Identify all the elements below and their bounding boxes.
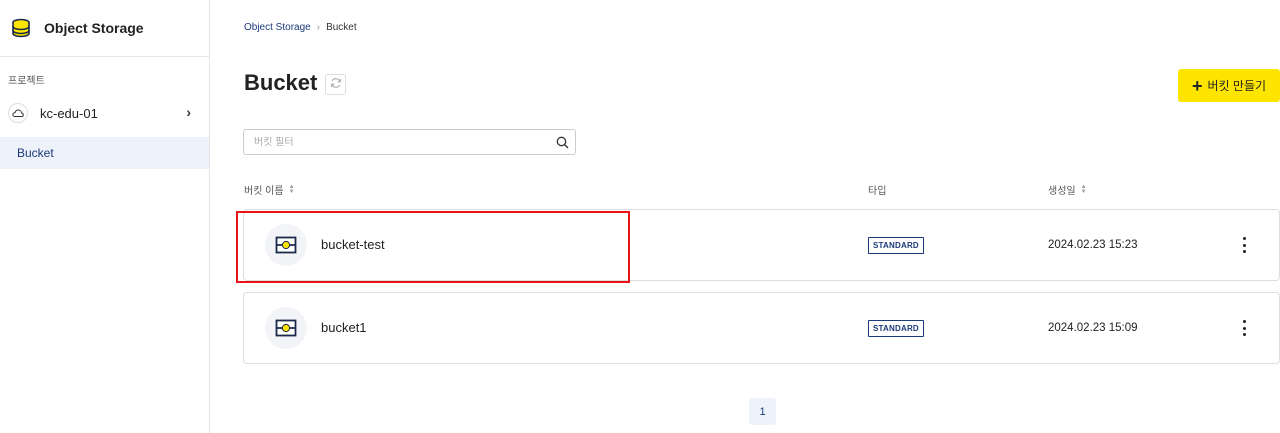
breadcrumb: Object Storage › Bucket xyxy=(244,22,357,33)
table-row[interactable]: bucket-test STANDARD 2024.02.23 15:23 xyxy=(243,209,1280,281)
column-header-type-label: 타입 xyxy=(868,186,887,197)
column-header-created-label: 생성일 xyxy=(1048,186,1076,197)
column-header-name[interactable]: 버킷 이름 ▲ ▼ xyxy=(244,182,295,198)
pagination-page-1[interactable]: 1 xyxy=(749,398,776,425)
sort-icon[interactable]: ▲ ▼ xyxy=(289,184,295,195)
project-selector[interactable]: kc-edu-01 › xyxy=(0,96,209,130)
chevron-right-icon: › xyxy=(186,104,191,120)
project-section-label: 프로젝트 xyxy=(8,76,45,87)
plus-icon: + xyxy=(1191,75,1203,96)
refresh-button[interactable] xyxy=(325,74,346,95)
bucket-icon xyxy=(265,224,307,266)
create-bucket-label: 버킷 만들기 xyxy=(1207,79,1267,93)
page-title: Bucket xyxy=(244,70,318,95)
column-header-created[interactable]: 생성일 ▲ ▼ xyxy=(1048,182,1087,198)
more-options-icon[interactable] xyxy=(1239,235,1249,255)
created-date: 2024.02.23 15:23 xyxy=(1048,239,1138,251)
bucket-name[interactable]: bucket1 xyxy=(321,320,367,335)
sidebar: Object Storage 프로젝트 kc-edu-01 › Bucket xyxy=(0,0,210,433)
type-badge: STANDARD xyxy=(868,320,924,337)
breadcrumb-bucket: Bucket xyxy=(326,22,357,33)
create-bucket-button[interactable]: + 버킷 만들기 xyxy=(1178,69,1280,102)
cloud-icon xyxy=(8,103,28,123)
column-header-type: 타입 xyxy=(868,182,886,197)
bucket-filter-input[interactable] xyxy=(254,136,544,148)
column-header-name-label: 버킷 이름 xyxy=(244,186,284,197)
database-icon xyxy=(10,17,32,39)
bucket-icon xyxy=(265,307,307,349)
table-row[interactable]: bucket1 STANDARD 2024.02.23 15:09 xyxy=(243,292,1280,364)
breadcrumb-separator: › xyxy=(316,22,321,33)
main-content: Object Storage › Bucket Bucket + 버킷 만들기 … xyxy=(210,0,1280,433)
app-header: Object Storage xyxy=(0,0,209,57)
more-options-icon[interactable] xyxy=(1239,318,1249,338)
search-icon[interactable] xyxy=(556,136,569,149)
app-title: Object Storage xyxy=(44,20,144,36)
created-date: 2024.02.23 15:09 xyxy=(1048,322,1138,334)
sidebar-item-bucket[interactable]: Bucket xyxy=(0,137,209,169)
breadcrumb-object-storage[interactable]: Object Storage xyxy=(244,22,311,33)
bucket-name[interactable]: bucket-test xyxy=(321,237,385,252)
refresh-icon xyxy=(330,76,342,94)
bucket-filter xyxy=(243,129,576,155)
sort-icon[interactable]: ▲ ▼ xyxy=(1081,184,1087,195)
project-name: kc-edu-01 xyxy=(40,105,98,121)
type-badge: STANDARD xyxy=(868,237,924,254)
